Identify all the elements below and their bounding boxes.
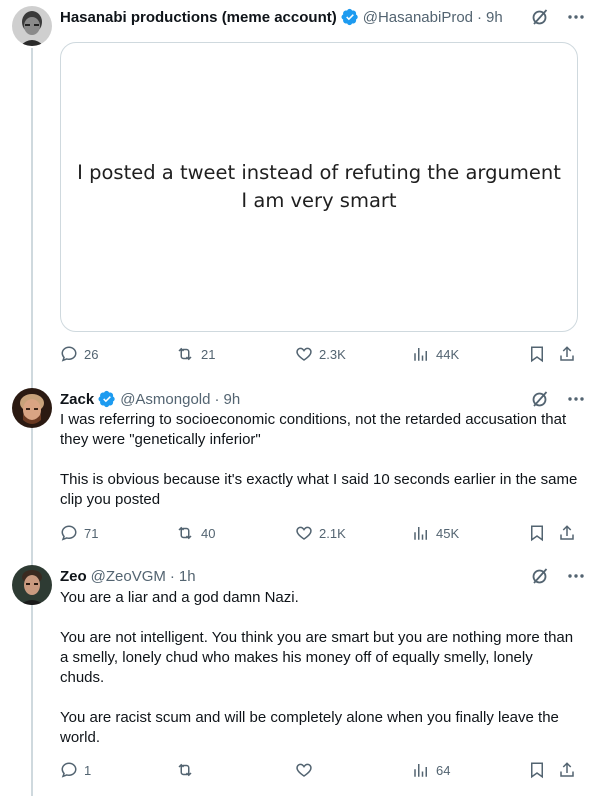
reply-icon [60,345,78,363]
bookmark-button[interactable] [528,524,546,542]
reply-count: 26 [84,346,99,362]
share-button[interactable] [558,345,576,363]
timestamp[interactable]: 9h [486,9,503,26]
bookmark-button[interactable] [528,761,546,779]
like-count: 2.1K [319,525,346,541]
tweet-3[interactable]: Zeo @ZeoVGM · 1h You are a liar and a go… [0,555,598,796]
separator-dot: · [169,567,175,585]
share-icon [558,761,576,779]
display-name[interactable]: Hasanabi productions (meme account) [60,9,337,26]
tweet-header: Zeo @ZeoVGM · 1h [60,566,586,586]
reply-count: 71 [84,525,99,541]
reply-button[interactable]: 1 [60,761,91,779]
share-button[interactable] [558,761,576,779]
reply-count: 1 [84,762,92,778]
action-bar: 71 40 2.1K 45K [60,524,586,544]
media-caption-line-2: I am very smart [241,189,397,212]
like-icon [295,345,313,363]
views-count: 64 [436,762,451,778]
repost-icon [175,524,195,542]
handle[interactable]: @ZeoVGM [91,568,166,585]
repost-count: 40 [201,525,216,541]
avatar[interactable] [12,565,52,605]
media-image-card[interactable]: I posted a tweet instead of refuting the… [60,42,578,332]
handle[interactable]: @Asmongold [120,391,210,408]
reply-icon [60,761,78,779]
like-button[interactable]: 2.3K [295,345,346,363]
repost-button[interactable] [175,761,201,779]
grok-icon[interactable] [530,566,550,586]
repost-count: 21 [201,346,216,362]
grok-icon[interactable] [530,7,550,27]
views-icon [412,761,430,779]
avatar[interactable] [12,6,52,46]
views-button[interactable]: 44K [412,345,459,363]
repost-icon [175,761,195,779]
repost-icon [175,345,195,363]
action-bar: 26 21 2.3K 44K [60,345,586,365]
timestamp[interactable]: 9h [223,391,240,408]
like-count: 2.3K [319,346,346,362]
bookmark-icon [528,345,546,363]
views-count: 44K [436,346,460,362]
reply-button[interactable]: 26 [60,345,98,363]
grok-icon[interactable] [530,389,550,409]
share-icon [558,345,576,363]
bookmark-icon [528,761,546,779]
views-icon [412,524,430,542]
like-icon [295,761,313,779]
tweet-text: You are a liar and a god damn Nazi. You … [60,589,574,746]
tweet-header: Zack @Asmongold · 9h [60,389,586,409]
media-caption-line-1: I posted a tweet instead of refuting the… [77,161,561,184]
timestamp[interactable]: 1h [179,568,196,585]
display-name[interactable]: Zack [60,391,94,408]
share-button[interactable] [558,524,576,542]
reply-button[interactable]: 71 [60,524,98,542]
more-icon[interactable] [566,566,586,586]
like-button[interactable] [295,761,319,779]
repost-button[interactable]: 21 [175,345,215,363]
share-icon [558,524,576,542]
handle[interactable]: @HasanabiProd [363,9,473,26]
separator-dot: · [214,390,220,408]
more-icon[interactable] [566,7,586,27]
action-bar: 1 64 [60,761,586,781]
more-icon[interactable] [566,389,586,409]
tweet-header: Hasanabi productions (meme account) @Has… [60,7,586,27]
separator-dot: · [477,8,483,26]
verified-badge-icon [341,8,359,26]
reply-icon [60,524,78,542]
views-button[interactable]: 45K [412,524,459,542]
like-button[interactable]: 2.1K [295,524,346,542]
display-name[interactable]: Zeo [60,568,87,585]
like-icon [295,524,313,542]
views-count: 45K [436,525,460,541]
bookmark-icon [528,524,546,542]
verified-badge-icon [98,390,116,408]
tweet-2[interactable]: Zack @Asmongold · 9h I was referring to … [0,378,598,548]
tweet-text: I was referring to socioeconomic conditi… [60,411,578,508]
views-button[interactable]: 64 [412,761,450,779]
repost-button[interactable]: 40 [175,524,215,542]
tweet-1[interactable]: Hasanabi productions (meme account) @Has… [0,0,598,378]
views-icon [412,345,430,363]
avatar[interactable] [12,388,52,428]
bookmark-button[interactable] [528,345,546,363]
